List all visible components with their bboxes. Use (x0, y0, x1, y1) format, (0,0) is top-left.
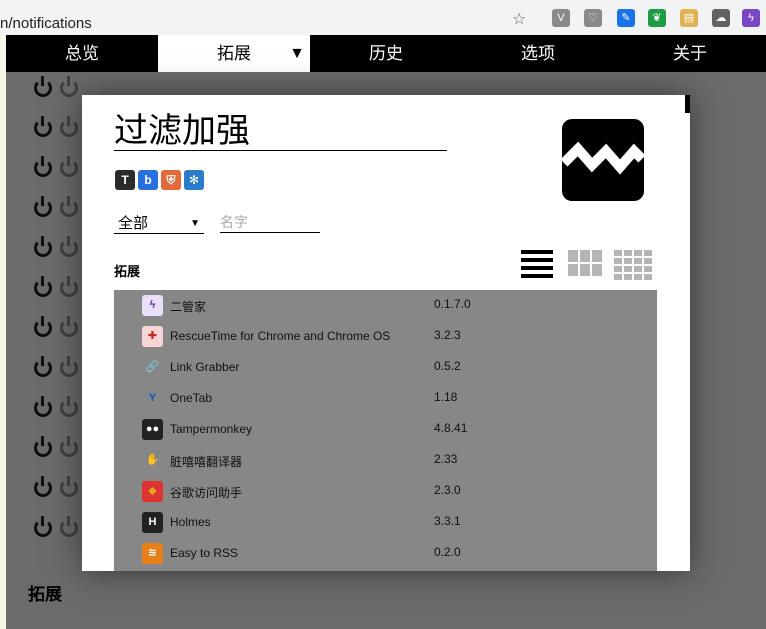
modal-scrollbar[interactable] (685, 95, 690, 113)
evernote-icon[interactable]: ❦ (648, 9, 666, 27)
extension-list: ϟ 二管家 0.1.7.0 ✚ RescueTime for Chrome and Ch… (114, 290, 657, 571)
nav-item-label: 历史 (369, 44, 403, 63)
onetab-icon: Y (148, 392, 157, 404)
extension-version: 0.1.7.0 (434, 297, 471, 311)
rss-icon: ≋ (142, 543, 163, 564)
nav-item-label: 选项 (521, 44, 555, 63)
name-filter-input[interactable] (220, 211, 320, 233)
google-helper-icon: ◆ (142, 481, 163, 502)
hand-icon: ✋ (145, 454, 160, 466)
link-icon: 🔗 (145, 361, 160, 373)
nav-item-label: 总览 (65, 44, 99, 63)
extension-version: 3.2.3 (434, 328, 461, 342)
nav-item-label: 拓展 (217, 44, 251, 63)
bookmark-star-icon[interactable]: ☆ (512, 9, 526, 29)
title-underline: 过滤加强 (114, 111, 447, 151)
filter-select-value: 全部 (118, 215, 149, 232)
tampermonkey-icon: ●● (142, 419, 163, 440)
zigzag-logo-icon (560, 119, 646, 201)
extension-name: Link Grabber (170, 360, 240, 374)
holmes-icon: H (142, 512, 163, 533)
browser-toolbar: n/notifications ☆ V ♡ ✎ ❦ ▤ ☁ ϟ (0, 0, 766, 35)
list-item[interactable]: ✚ RescueTime for Chrome and Chrome OS 3.2.… (114, 321, 657, 352)
address-bar[interactable]: n/notifications (0, 5, 540, 33)
extension-version: 4.8.41 (434, 421, 468, 435)
top-nav: 总览 拓展 ▼ 历史 选项 关于 (6, 35, 766, 72)
nav-item-4[interactable]: 关于 (614, 35, 766, 72)
rescuetime-icon: ✚ (142, 326, 163, 347)
list-item[interactable]: ϟ 二管家 0.1.7.0 (114, 290, 657, 321)
cloud-icon[interactable]: ☁ (712, 9, 730, 27)
extension-name: RescueTime for Chrome and Chrome OS (170, 329, 391, 343)
url-text: n/notifications (0, 15, 92, 32)
dropdown-arrow-icon: ▼ (190, 218, 200, 229)
extension-name: OneTab (170, 391, 213, 405)
extension-name: 脏嘻嘻翻译器 (170, 455, 243, 469)
extension-manager-icon: ϟ (142, 295, 163, 316)
section-label: 拓展 (114, 264, 141, 279)
snowflake-icon[interactable]: ✻ (184, 170, 204, 190)
nav-item-0[interactable]: 总览 (6, 35, 158, 72)
chevron-down-icon: ▼ (289, 45, 305, 62)
extension-name: Holmes (170, 515, 211, 529)
extension-name: Tampermonkey (170, 422, 253, 436)
list-item[interactable]: 🔗 Link Grabber 0.5.2 (114, 352, 657, 383)
list-item[interactable]: Y OneTab 1.18 (114, 383, 657, 414)
nav-item-3[interactable]: 选项 (462, 35, 614, 72)
extension-name: 谷歌访问助手 (170, 486, 243, 500)
modal-title: 过滤加强 (114, 112, 250, 150)
notes-icon[interactable]: ▤ (680, 9, 698, 27)
extension-name: Easy to RSS (170, 546, 239, 560)
extension-name: 二管家 (170, 300, 207, 314)
list-item[interactable]: ●● Tampermonkey 4.8.41 (114, 414, 657, 445)
list-item[interactable]: ≋ Easy to RSS 0.2.0 (114, 538, 657, 569)
filter-modal: 过滤加强 Tb⛨✻ 全部 ▼ 拓展 ϟ 二管家 0.1.7.0 ✚ RescueTime… (82, 95, 690, 571)
filter-select[interactable]: 全部 ▼ (114, 213, 204, 234)
list-item[interactable]: ◆ 谷歌访问助手 2.3.0 (114, 476, 657, 507)
list-item[interactable]: H Holmes 3.3.1 (114, 507, 657, 538)
extension-version: 1.18 (434, 390, 458, 404)
list-item[interactable]: ✋ 脏嘻嘻翻译器 2.33 (114, 445, 657, 476)
grid-view-icon[interactable] (568, 250, 604, 276)
extension-version: 2.3.0 (434, 483, 461, 497)
nav-item-label: 关于 (673, 44, 707, 63)
baidu-icon[interactable]: b (138, 170, 158, 190)
permission-icons: Tb ⛨ ✻ (115, 170, 204, 192)
vue-devtools-icon[interactable]: V (552, 9, 570, 27)
tampermonkey-icon[interactable]: T (115, 170, 135, 190)
extension-manager-icon[interactable]: ϟ (742, 9, 760, 27)
extension-version: 3.3.1 (434, 514, 461, 528)
nav-item-1[interactable]: 拓展 ▼ (158, 35, 310, 72)
shield-icon[interactable]: ⛨ (161, 170, 181, 190)
pocket-icon[interactable]: ♡ (584, 9, 602, 27)
list-view-icon[interactable] (521, 250, 553, 278)
extension-version: 0.2.0 (434, 545, 461, 559)
edit-icon[interactable]: ✎ (617, 9, 635, 27)
small-grid-view-icon[interactable] (614, 250, 654, 280)
extension-version: 0.5.2 (434, 359, 461, 373)
extension-version: 2.33 (434, 452, 458, 466)
nav-item-2[interactable]: 历史 (310, 35, 462, 72)
